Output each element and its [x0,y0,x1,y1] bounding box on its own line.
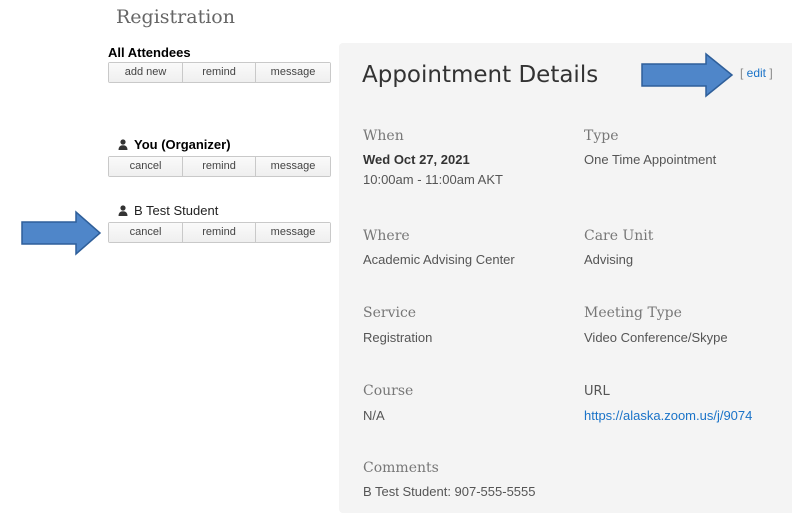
edit-bracket-open: [ [740,66,747,80]
comments-value: B Test Student: 907-555-5555 [363,484,536,499]
when-time: 10:00am - 11:00am AKT [363,172,503,187]
student-button-group: cancel remind message [108,222,331,243]
all-attendees-title: All Attendees [108,45,191,60]
cancel-student-button[interactable]: cancel [109,223,183,242]
when-date: Wed Oct 27, 2021 [363,152,470,167]
remind-student-button[interactable]: remind [183,223,256,242]
attendee-name: You (Organizer) [134,137,231,152]
page-title: Registration [116,6,235,28]
where-value: Academic Advising Center [363,252,515,267]
care-unit-value: Advising [584,252,634,267]
attendee-name: B Test Student [134,203,219,218]
organizer-button-group: cancel remind message [108,156,331,177]
right-arrow-icon [641,52,734,98]
remind-organizer-button[interactable]: remind [183,157,256,176]
meeting-type-label: Meeting Type [584,305,682,321]
person-icon [118,205,128,216]
type-label: Type [584,128,619,144]
course-value: N/A [363,408,385,423]
course-label: Course [363,383,414,399]
all-attendees-button-group: add new remind message [108,62,331,83]
where-label: Where [363,228,410,244]
message-organizer-button[interactable]: message [256,157,330,176]
message-student-button[interactable]: message [256,223,330,242]
appointment-details-panel [339,43,792,513]
comments-label: Comments [363,460,439,476]
url-label: URL [584,384,610,399]
attendee-organizer: You (Organizer) [118,137,231,152]
appointment-details-title: Appointment Details [362,62,599,88]
right-arrow-icon [21,210,102,256]
add-new-button[interactable]: add new [109,63,183,82]
edit-link-wrapper: [ edit ] [740,66,773,80]
care-unit-label: Care Unit [584,228,654,244]
remind-all-button[interactable]: remind [183,63,256,82]
url-link[interactable]: https://alaska.zoom.us/j/9074 [584,408,752,423]
edit-link[interactable]: edit [747,66,766,80]
meeting-type-value: Video Conference/Skype [584,330,728,345]
message-all-button[interactable]: message [256,63,330,82]
service-value: Registration [363,330,433,345]
when-label: When [363,128,404,144]
type-value: One Time Appointment [584,152,717,167]
cancel-organizer-button[interactable]: cancel [109,157,183,176]
edit-bracket-close: ] [766,66,773,80]
service-label: Service [363,305,417,321]
attendee-student: B Test Student [118,203,218,218]
person-icon [118,139,128,150]
